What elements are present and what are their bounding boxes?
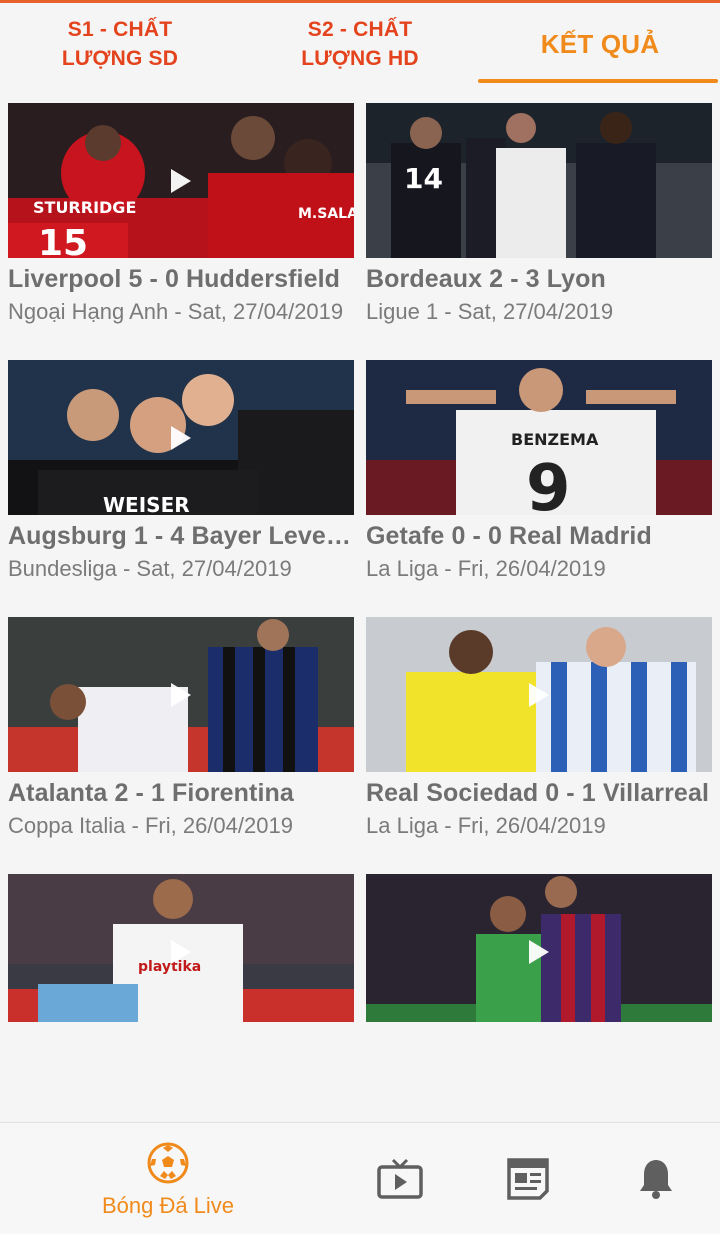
play-icon bbox=[171, 940, 191, 964]
svg-text:BENZEMA: BENZEMA bbox=[511, 430, 599, 449]
match-thumbnail: BENZEMA 9 bbox=[366, 360, 712, 515]
tab-s1-sd[interactable]: S1 - CHẤT LƯỢNG SD bbox=[0, 3, 240, 85]
match-thumbnail: playtika bbox=[8, 874, 354, 1029]
play-icon bbox=[171, 683, 191, 707]
match-card-liverpool-huddersfield[interactable]: STURRIDGE M.SALAH 15 Liverpool 5 - 0 Hud… bbox=[8, 103, 354, 325]
nav-news[interactable] bbox=[488, 1123, 568, 1234]
svg-text:9: 9 bbox=[526, 452, 571, 515]
match-thumbnail: 14 bbox=[366, 103, 712, 258]
match-subtitle: La Liga - Fri, 26/04/2019 bbox=[366, 813, 606, 838]
match-thumbnail bbox=[8, 617, 354, 772]
match-title: Getafe 0 - 0 Real Madrid bbox=[366, 522, 652, 550]
match-title: Real Sociedad 0 - 1 Villarreal bbox=[366, 779, 709, 807]
match-title: Liverpool 5 - 0 Huddersfield bbox=[8, 265, 341, 293]
nav-tv[interactable] bbox=[360, 1123, 440, 1234]
tab-results[interactable]: KẾT QUẢ bbox=[480, 3, 720, 85]
play-icon bbox=[529, 940, 549, 964]
active-tab-indicator bbox=[478, 79, 718, 83]
match-title: Augsburg 1 - 4 Bayer Leverkusen bbox=[8, 522, 354, 550]
soccer-ball-icon bbox=[147, 1142, 189, 1184]
svg-text:14: 14 bbox=[404, 162, 443, 195]
match-subtitle: Ligue 1 - Sat, 27/04/2019 bbox=[366, 299, 614, 324]
match-card-levante-leganes[interactable] bbox=[366, 874, 712, 1041]
match-thumbnail: WEISER bbox=[8, 360, 354, 515]
match-subtitle: Coppa Italia - Fri, 26/04/2019 bbox=[8, 813, 293, 838]
news-icon bbox=[507, 1158, 549, 1200]
match-subtitle: Ngoại Hạng Anh - Sat, 27/04/2019 bbox=[8, 299, 344, 324]
bell-icon bbox=[640, 1160, 672, 1199]
match-subtitle: La Liga - Fri, 26/04/2019 bbox=[366, 556, 606, 581]
play-icon bbox=[171, 169, 191, 193]
match-title: Bordeaux 2 - 3 Lyon bbox=[366, 265, 606, 293]
match-subtitle: Bundesliga - Sat, 27/04/2019 bbox=[8, 556, 292, 581]
tab-s2-hd[interactable]: S2 - CHẤT LƯỢNG HD bbox=[240, 3, 480, 85]
match-card-realsociedad-villarreal[interactable]: Real Sociedad 0 - 1 Villarreal La Liga -… bbox=[366, 617, 712, 839]
svg-text:M.SALAH: M.SALAH bbox=[298, 206, 354, 222]
match-title: Atalanta 2 - 1 Fiorentina bbox=[8, 779, 294, 807]
tab-s1-label: S1 - CHẤT LƯỢNG SD bbox=[61, 18, 179, 70]
match-thumbnail: STURRIDGE M.SALAH 15 bbox=[8, 103, 354, 258]
tab-s2-label: S2 - CHẤT LƯỢNG HD bbox=[301, 18, 419, 70]
tab-results-label: KẾT QUẢ bbox=[540, 28, 660, 59]
match-card-augsburg-leverkusen[interactable]: WEISER Augsburg 1 - 4 Bayer Leverkusen B… bbox=[8, 360, 354, 582]
nav-live[interactable]: Bóng Đá Live bbox=[70, 1123, 266, 1234]
play-icon bbox=[529, 683, 549, 707]
match-card-getafe-realmadrid[interactable]: BENZEMA 9 Getafe 0 - 0 Real Madrid La Li… bbox=[366, 360, 712, 582]
play-icon bbox=[171, 426, 191, 450]
match-thumbnail bbox=[366, 617, 712, 772]
svg-text:15: 15 bbox=[38, 223, 88, 258]
match-card-sevilla[interactable]: playtika bbox=[8, 874, 354, 1041]
match-card-atalanta-fiorentina[interactable]: Atalanta 2 - 1 Fiorentina Coppa Italia -… bbox=[8, 617, 354, 839]
nav-live-label: Bóng Đá Live bbox=[101, 1193, 235, 1218]
svg-text:playtika: playtika bbox=[138, 959, 201, 975]
tab-bar: S1 - CHẤT LƯỢNG SD S2 - CHẤT LƯỢNG HD KẾ… bbox=[0, 3, 720, 85]
bottom-navigation: Bóng Đá Live bbox=[0, 1122, 720, 1234]
svg-text:STURRIDGE: STURRIDGE bbox=[33, 198, 136, 217]
svg-text:WEISER: WEISER bbox=[103, 493, 190, 515]
nav-notifications[interactable] bbox=[616, 1123, 696, 1234]
match-card-bordeaux-lyon[interactable]: 14 Bordeaux 2 - 3 Lyon Ligue 1 - Sat, 27… bbox=[366, 103, 712, 325]
match-thumbnail bbox=[366, 874, 712, 1029]
tv-play-icon bbox=[377, 1158, 423, 1199]
